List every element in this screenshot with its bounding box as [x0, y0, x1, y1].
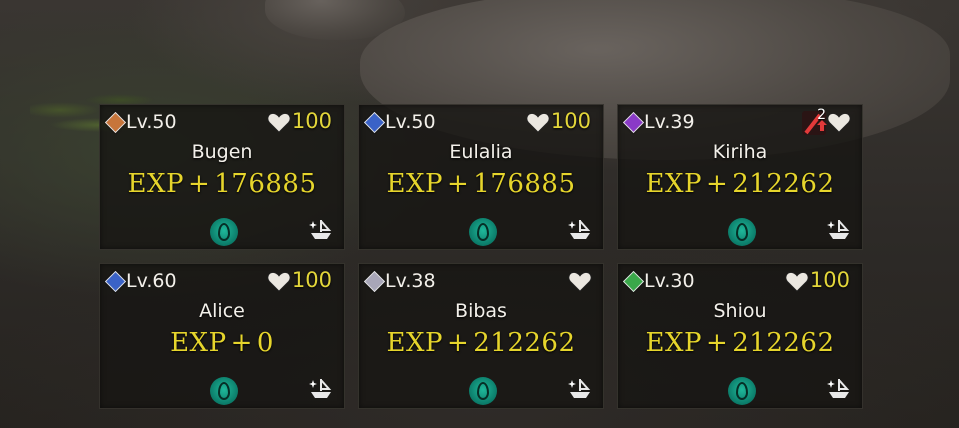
exp-label: EXP: [127, 169, 184, 199]
affinity-heart-icon: [266, 111, 292, 133]
character-card-kiriha: Lv.39 2 Kiriha EXP +212262: [617, 104, 863, 250]
character-name: Kiriha: [712, 141, 768, 163]
character-level: Lv.60: [126, 270, 177, 292]
ship-sparkle-icon: [826, 217, 852, 241]
exp-value: 212262: [732, 328, 835, 358]
exp-gain: EXP +212262: [618, 169, 862, 199]
teal-gem-icon: [728, 218, 756, 246]
ship-sparkle-icon: [308, 217, 334, 241]
exp-label: EXP: [170, 328, 227, 358]
affinity-heart-icon: [826, 111, 852, 133]
affinity-value: 100: [809, 268, 850, 292]
exp-value: 212262: [732, 169, 835, 199]
exp-label: EXP: [386, 328, 443, 358]
exp-gain: EXP +176885: [359, 169, 603, 199]
character-card-alice: Lv.60 100 Alice EXP +0: [99, 263, 345, 409]
exp-plus: +: [705, 328, 729, 358]
teal-gem-icon: [469, 218, 497, 246]
buff-count: 2: [817, 107, 826, 123]
character-level: Lv.50: [385, 111, 436, 133]
exp-gain: EXP +176885: [100, 169, 344, 199]
water-element-icon: [363, 111, 385, 133]
character-name: Eulalia: [449, 141, 513, 163]
ship-sparkle-icon: [567, 376, 593, 400]
affinity-heart-icon: [525, 111, 551, 133]
exp-value: 176885: [214, 169, 317, 199]
light-element-icon: [363, 270, 385, 292]
character-level: Lv.39: [644, 111, 695, 133]
exp-plus: +: [446, 169, 470, 199]
ship-sparkle-icon: [308, 376, 334, 400]
character-level: Lv.38: [385, 270, 436, 292]
teal-gem-icon: [728, 377, 756, 405]
ship-sparkle-icon: [826, 376, 852, 400]
exp-gain: EXP +0: [100, 328, 344, 358]
exp-value: 0: [256, 328, 274, 358]
exp-plus: +: [446, 328, 470, 358]
affinity-value: 100: [291, 268, 332, 292]
attack-up-buff-icon: 2: [800, 107, 828, 137]
exp-plus: +: [705, 169, 729, 199]
character-name: Bibas: [455, 300, 507, 322]
character-card-bugen: Lv.50 100 Bugen EXP +176885: [99, 104, 345, 250]
ship-sparkle-icon: [567, 217, 593, 241]
character-level: Lv.50: [126, 111, 177, 133]
character-card-shiou: Lv.30 100 Shiou EXP +212262: [617, 263, 863, 409]
exp-label: EXP: [645, 328, 702, 358]
affinity-heart-icon: [567, 270, 593, 292]
wind-element-icon: [622, 270, 644, 292]
exp-gain: EXP +212262: [359, 328, 603, 358]
fire-element-icon: [104, 111, 126, 133]
character-name: Alice: [199, 300, 245, 322]
character-card-bibas: Lv.38 Bibas EXP +212262: [358, 263, 604, 409]
teal-gem-icon: [469, 377, 497, 405]
exp-label: EXP: [386, 169, 443, 199]
exp-plus: +: [187, 169, 211, 199]
affinity-value: 100: [291, 109, 332, 133]
exp-value: 176885: [473, 169, 576, 199]
exp-value: 212262: [473, 328, 576, 358]
character-name: Bugen: [191, 141, 253, 163]
affinity-heart-icon: [266, 270, 292, 292]
exp-gain: EXP +212262: [618, 328, 862, 358]
dark-element-icon: [622, 111, 644, 133]
exp-label: EXP: [645, 169, 702, 199]
teal-gem-icon: [210, 218, 238, 246]
character-name: Shiou: [713, 300, 767, 322]
teal-gem-icon: [210, 377, 238, 405]
water-element-icon: [104, 270, 126, 292]
character-level: Lv.30: [644, 270, 695, 292]
affinity-value: 100: [550, 109, 591, 133]
character-card-eulalia: Lv.50 100 Eulalia EXP +176885: [358, 104, 604, 250]
exp-plus: +: [230, 328, 253, 358]
affinity-heart-icon: [784, 270, 810, 292]
